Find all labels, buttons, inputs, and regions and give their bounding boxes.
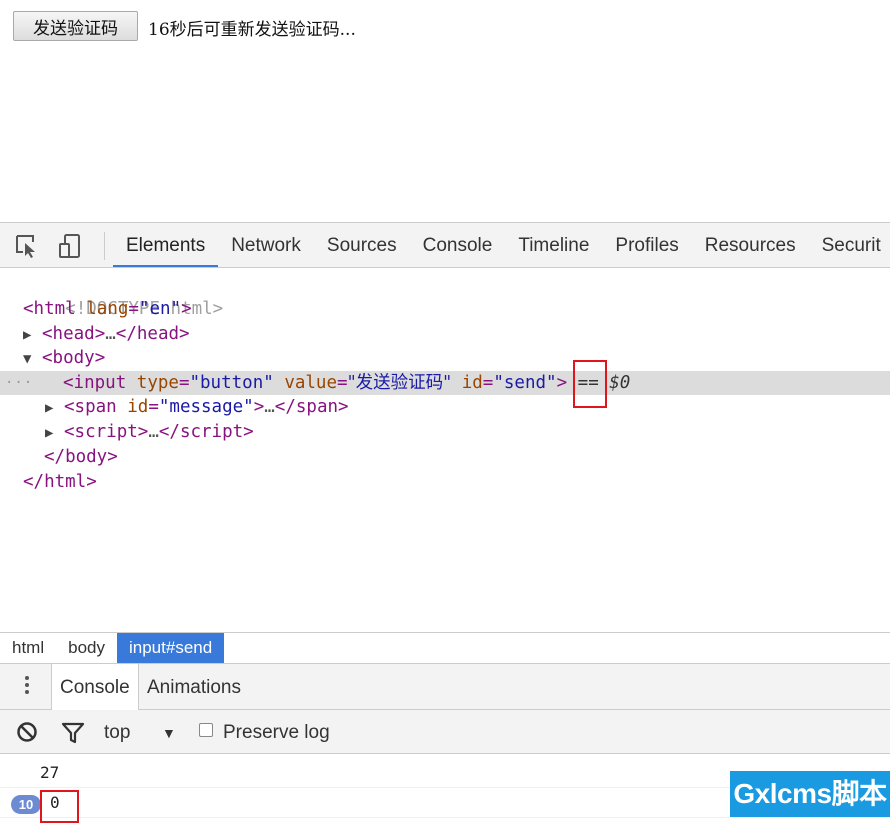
- device-mode-icon[interactable]: [57, 233, 83, 259]
- tag-name: span: [295, 397, 339, 417]
- inspect-element-icon[interactable]: [14, 233, 40, 259]
- dom-node-input-selected[interactable]: ··· <input type="button" value="发送验证码" id…: [0, 371, 890, 395]
- tab-security[interactable]: Securit: [809, 223, 890, 267]
- attr-value: "en": [138, 299, 182, 319]
- dom-node-span[interactable]: ▶ <span id="message">…</span>: [0, 395, 890, 419]
- drawer-tabbar: Console Animations: [0, 664, 890, 710]
- tab-sources[interactable]: Sources: [314, 223, 410, 267]
- attr-value: "button": [189, 373, 274, 393]
- tag-name: head: [52, 324, 95, 344]
- tab-timeline[interactable]: Timeline: [505, 223, 602, 267]
- attr-value: "send": [493, 373, 557, 393]
- tag-name: script: [74, 422, 138, 442]
- collapsed-ellipsis: …: [264, 397, 275, 417]
- attr-name: value: [284, 373, 338, 393]
- tag-name: input: [73, 373, 127, 393]
- tag-name: body: [65, 447, 108, 467]
- site-watermark: Gxlcms脚本: [730, 771, 890, 817]
- dom-node-doctype[interactable]: <!DOCTYPE html>: [0, 273, 890, 319]
- breadcrumb: html body input#send: [0, 632, 890, 664]
- collapsed-ellipsis: …: [105, 324, 116, 344]
- attr-value: "message": [158, 397, 254, 417]
- devtools-toolbar: Elements Network Sources Console Timelin…: [0, 222, 890, 268]
- preserve-log-label: Preserve log: [223, 722, 330, 743]
- tag-name: html: [33, 299, 76, 319]
- attr-name: lang: [86, 299, 129, 319]
- tag-name: html: [44, 472, 87, 492]
- attr-name: type: [136, 373, 179, 393]
- highlight-box: [40, 790, 79, 823]
- clear-console-icon[interactable]: [16, 721, 38, 743]
- attr-name: id: [127, 397, 149, 417]
- toolbar-divider: [104, 232, 105, 260]
- tag-name: span: [74, 397, 117, 417]
- console-message-text: 27: [40, 763, 60, 782]
- dom-node-body-close[interactable]: </body>: [0, 445, 890, 469]
- tab-profiles[interactable]: Profiles: [602, 223, 691, 267]
- collapse-triangle-icon[interactable]: ▼: [23, 347, 42, 371]
- repeat-count-badge: 10: [11, 795, 41, 814]
- attr-value: "发送验证码": [347, 373, 452, 393]
- expand-triangle-icon[interactable]: ▶: [45, 421, 64, 445]
- tab-console[interactable]: Console: [410, 223, 506, 267]
- devtools-tabs: Elements Network Sources Console Timelin…: [113, 223, 890, 267]
- drawer-tab-console[interactable]: Console: [51, 664, 139, 710]
- breadcrumb-body[interactable]: body: [56, 633, 117, 663]
- tab-elements[interactable]: Elements: [113, 223, 219, 267]
- more-options-icon[interactable]: [19, 673, 35, 699]
- drawer-tab-animations[interactable]: Animations: [139, 664, 249, 709]
- console-toolbar: top ▼ Preserve log: [0, 710, 890, 754]
- expand-triangle-icon[interactable]: ▶: [23, 323, 42, 347]
- context-dropdown-icon[interactable]: ▼: [162, 710, 176, 754]
- expand-triangle-icon[interactable]: ▶: [45, 396, 64, 420]
- attr-name: id: [461, 373, 483, 393]
- preserve-log-checkbox[interactable]: [199, 723, 213, 737]
- row-menu-icon[interactable]: ···: [5, 371, 33, 395]
- tag-name: head: [136, 324, 180, 344]
- collapsed-ellipsis: …: [148, 422, 159, 442]
- filter-icon[interactable]: [61, 722, 85, 744]
- highlight-box: [573, 360, 607, 408]
- dom-node-script[interactable]: ▶ <script>…</script>: [0, 420, 890, 444]
- dom-node-html-close[interactable]: </html>: [0, 470, 890, 494]
- breadcrumb-html[interactable]: html: [0, 633, 56, 663]
- context-selector[interactable]: top: [104, 710, 130, 754]
- dom-node-body[interactable]: ▼ <body>: [0, 346, 890, 370]
- tag-name: body: [52, 348, 95, 368]
- dom-node-html[interactable]: <html lang="en">: [0, 297, 890, 321]
- send-code-button[interactable]: 发送验证码: [13, 11, 138, 41]
- breadcrumb-input-send[interactable]: input#send: [117, 633, 225, 663]
- tab-network[interactable]: Network: [218, 223, 314, 267]
- tag-name: script: [179, 422, 244, 442]
- countdown-message: 16秒后可重新发送验证码...: [148, 20, 356, 40]
- tab-resources[interactable]: Resources: [692, 223, 809, 267]
- web-page: 发送验证码 16秒后可重新发送验证码...: [0, 0, 890, 222]
- elements-tree: <!DOCTYPE html> <html lang="en"> ▶ <head>…: [0, 268, 890, 631]
- dom-node-head[interactable]: ▶ <head>…</head>: [0, 322, 890, 346]
